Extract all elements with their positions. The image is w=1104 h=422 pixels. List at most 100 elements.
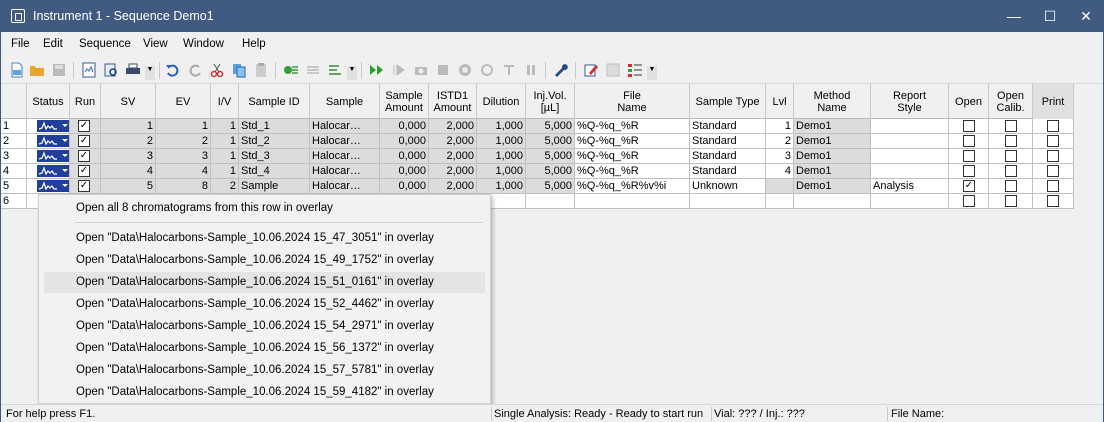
cell-run[interactable]: ✓ <box>70 119 101 134</box>
cell-inj[interactable] <box>526 194 575 209</box>
cell-sample[interactable]: Halocar… <box>310 134 380 149</box>
menu-item-open-overlay[interactable]: Open "Data\Halocarbons-Sample_10.06.2024… <box>44 382 485 403</box>
undo-icon[interactable] <box>165 62 181 78</box>
cell-ev[interactable]: 2 <box>156 134 211 149</box>
print-checkbox[interactable] <box>1047 120 1059 132</box>
cell-sample[interactable]: Halocar… <box>310 164 380 179</box>
cell-dil[interactable]: 1,000 <box>477 149 526 164</box>
menu-file[interactable]: File <box>11 38 30 50</box>
cell-samt[interactable]: 0,000 <box>380 119 429 134</box>
cell-lvl[interactable]: 3 <box>766 149 794 164</box>
cell-iv[interactable]: 2 <box>211 179 239 194</box>
cell-method[interactable] <box>794 194 871 209</box>
column-header-sample-amount[interactable]: Sample Amount <box>380 84 429 119</box>
cell-open[interactable] <box>949 119 989 134</box>
cell-type[interactable] <box>690 194 766 209</box>
paste-icon[interactable] <box>253 62 269 78</box>
column-header-open-calib[interactable]: Open Calib. <box>989 84 1033 119</box>
cell-inj[interactable]: 5,000 <box>526 179 575 194</box>
cell-method[interactable]: Demo1 <box>794 134 871 149</box>
cell-lvl[interactable]: 2 <box>766 134 794 149</box>
open-checkbox[interactable] <box>963 150 975 162</box>
stop-circle-icon[interactable] <box>457 62 473 78</box>
status-chromatogram-icon[interactable] <box>37 135 69 147</box>
cell-samt[interactable]: 0,000 <box>380 134 429 149</box>
cell-file[interactable]: %Q-%q_%R <box>575 134 690 149</box>
cell-n[interactable]: 6 <box>1 194 27 209</box>
minimize-button[interactable]: — <box>997 1 1031 32</box>
open-checkbox[interactable] <box>963 120 975 132</box>
cell-report[interactable] <box>871 134 949 149</box>
cell-lvl[interactable] <box>766 179 794 194</box>
cell-status[interactable] <box>27 134 70 149</box>
open-calib-checkbox[interactable] <box>1005 120 1017 132</box>
cell-calib[interactable] <box>989 134 1033 149</box>
pause-after-icon[interactable] <box>479 62 495 78</box>
save-icon[interactable] <box>51 62 67 78</box>
print-checkbox[interactable] <box>1047 180 1059 192</box>
status-chromatogram-icon[interactable] <box>37 165 69 177</box>
delete-row-icon[interactable] <box>305 62 321 78</box>
menu-view[interactable]: View <box>143 38 168 50</box>
cell-type[interactable]: Unknown <box>690 179 766 194</box>
cell-calib[interactable] <box>989 164 1033 179</box>
resume-icon[interactable] <box>391 62 407 78</box>
menu-item-open-all-overlay[interactable]: Open all 8 chromatograms from this row i… <box>44 198 485 219</box>
table-row[interactable]: 1 ✓ 1 1 1 Std_1 Halocar… 0,000 2,000 1,000 5,000 %Q… <box>1 119 1074 134</box>
cell-print[interactable] <box>1033 119 1074 134</box>
column-header-sample[interactable]: Sample <box>310 84 380 119</box>
table-row[interactable]: 3 ✓ 3 3 1 Std_3 Halocar… 0,000 2,000 1,000 5,000 %Q… <box>1 149 1074 164</box>
disabled-edit-icon[interactable] <box>605 62 621 78</box>
menu-item-open-overlay[interactable]: Open "Data\Halocarbons-Sample_10.06.2024… <box>44 272 485 293</box>
column-header-istd1-amount[interactable]: ISTD1 Amount <box>429 84 477 119</box>
cell-open[interactable] <box>949 164 989 179</box>
cell-calib[interactable] <box>989 119 1033 134</box>
cell-ev[interactable]: 8 <box>156 179 211 194</box>
column-header-inj-vol[interactable]: Inj.Vol. [µL] <box>526 84 575 119</box>
run-checkbox[interactable]: ✓ <box>78 180 90 192</box>
menu-item-open-overlay[interactable]: Open "Data\Halocarbons-Sample_10.06.2024… <box>44 294 485 315</box>
cell-sid[interactable]: Std_4 <box>239 164 310 179</box>
print-dropdown-arrow[interactable]: ▼ <box>145 66 155 80</box>
cell-sv[interactable]: 3 <box>101 149 156 164</box>
cell-n[interactable]: 5 <box>1 179 27 194</box>
print-checkbox[interactable] <box>1047 135 1059 147</box>
print-preview-icon[interactable] <box>81 62 97 78</box>
cell-print[interactable] <box>1033 179 1074 194</box>
open-checkbox[interactable]: ✓ <box>963 180 975 192</box>
print-icon[interactable] <box>125 62 141 78</box>
stop-icon[interactable] <box>435 62 451 78</box>
menu-item-open-overlay[interactable]: Open "Data\Halocarbons-Sample_10.06.2024… <box>44 250 485 271</box>
cell-n[interactable]: 2 <box>1 134 27 149</box>
cell-sv[interactable]: 1 <box>101 119 156 134</box>
status-chromatogram-icon[interactable] <box>37 180 69 192</box>
column-header-sv[interactable]: SV <box>101 84 156 119</box>
cell-type[interactable]: Standard <box>690 164 766 179</box>
cell-calib[interactable] <box>989 194 1033 209</box>
menu-item-open-overlay[interactable]: Open "Data\Halocarbons-Sample_10.06.2024… <box>44 228 485 249</box>
run-checkbox[interactable]: ✓ <box>78 165 90 177</box>
menu-item-open-overlay[interactable]: Open "Data\Halocarbons-Sample_10.06.2024… <box>44 360 485 381</box>
cell-type[interactable]: Standard <box>690 119 766 134</box>
open-calib-checkbox[interactable] <box>1005 165 1017 177</box>
cell-samt[interactable]: 0,000 <box>380 179 429 194</box>
open-checkbox[interactable] <box>963 165 975 177</box>
cell-inj[interactable]: 5,000 <box>526 149 575 164</box>
cell-dil[interactable]: 1,000 <box>477 119 526 134</box>
cell-report[interactable] <box>871 119 949 134</box>
cell-inj[interactable]: 5,000 <box>526 134 575 149</box>
cell-report[interactable] <box>871 164 949 179</box>
pause-icon[interactable] <box>523 62 539 78</box>
cell-sample[interactable]: Halocar… <box>310 119 380 134</box>
cell-file[interactable] <box>575 194 690 209</box>
cell-ev[interactable]: 1 <box>156 119 211 134</box>
cell-sample[interactable]: Halocar… <box>310 179 380 194</box>
column-header-status[interactable]: Status <box>27 84 70 119</box>
run-checkbox[interactable]: ✓ <box>78 120 90 132</box>
column-header-ev[interactable]: EV <box>156 84 211 119</box>
edit-icon[interactable] <box>583 62 599 78</box>
cell-run[interactable]: ✓ <box>70 134 101 149</box>
cell-sv[interactable]: 2 <box>101 134 156 149</box>
table-row[interactable]: 2 ✓ 2 2 1 Std_2 Halocar… 0,000 2,000 1,000 5,000 %Q… <box>1 134 1074 149</box>
open-calib-checkbox[interactable] <box>1005 180 1017 192</box>
